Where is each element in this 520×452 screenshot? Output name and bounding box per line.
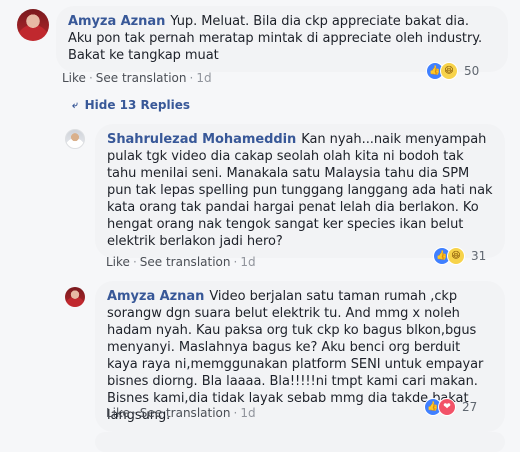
avatar[interactable] (17, 9, 49, 41)
reply-actions: Like · See translation · 1d (106, 406, 256, 420)
reply-author[interactable]: Amyza Aznan (107, 289, 204, 304)
separator-dot: · (189, 71, 194, 85)
see-translation-link[interactable]: See translation (140, 255, 231, 269)
reply-author[interactable]: Shahrulezad Mohameddin (107, 132, 296, 147)
comment-time[interactable]: 1d (196, 71, 211, 85)
reply-time[interactable]: 1d (240, 255, 255, 269)
hide-replies-label: Hide 13 Replies (84, 98, 191, 112)
see-translation-link[interactable]: See translation (140, 406, 231, 420)
reaction-count: 27 (462, 400, 478, 414)
reply-time[interactable]: 1d (240, 406, 255, 420)
separator-dot: · (233, 255, 238, 269)
next-reply-bubble (95, 432, 505, 452)
like-link[interactable]: Like (106, 406, 130, 420)
reply-arrow-icon: ⤶ (72, 99, 78, 111)
separator-dot: · (233, 406, 238, 420)
reactions-summary[interactable]: 👍 😆 31 (433, 247, 486, 265)
reactions-summary[interactable]: 👍 ❤ 27 (424, 398, 477, 416)
see-translation-link[interactable]: See translation (96, 71, 187, 85)
comment-actions: Like · See translation · 1d (62, 71, 212, 85)
avatar[interactable] (65, 129, 85, 149)
separator-dot: · (132, 406, 137, 420)
reaction-count: 31 (471, 249, 487, 263)
haha-icon: 😆 (447, 247, 465, 265)
haha-icon: 😆 (440, 62, 458, 80)
reply-actions: Like · See translation · 1d (106, 255, 256, 269)
separator-dot: · (132, 255, 137, 269)
like-link[interactable]: Like (106, 255, 130, 269)
like-link[interactable]: Like (62, 71, 86, 85)
reply-bubble: Shahrulezad Mohameddin Kan nyah...naik me… (95, 124, 505, 258)
reaction-count: 50 (464, 64, 480, 78)
love-icon: ❤ (438, 398, 456, 416)
separator-dot: · (88, 71, 93, 85)
avatar[interactable] (65, 287, 85, 307)
comment-author[interactable]: Amyza Aznan (68, 14, 165, 29)
reply-text: Kan nyah...naik menyampah pulak tgk vide… (107, 132, 493, 249)
hide-replies-link[interactable]: ⤶ Hide 13 Replies (72, 98, 190, 112)
reactions-summary[interactable]: 👍 😆 50 (426, 62, 479, 80)
